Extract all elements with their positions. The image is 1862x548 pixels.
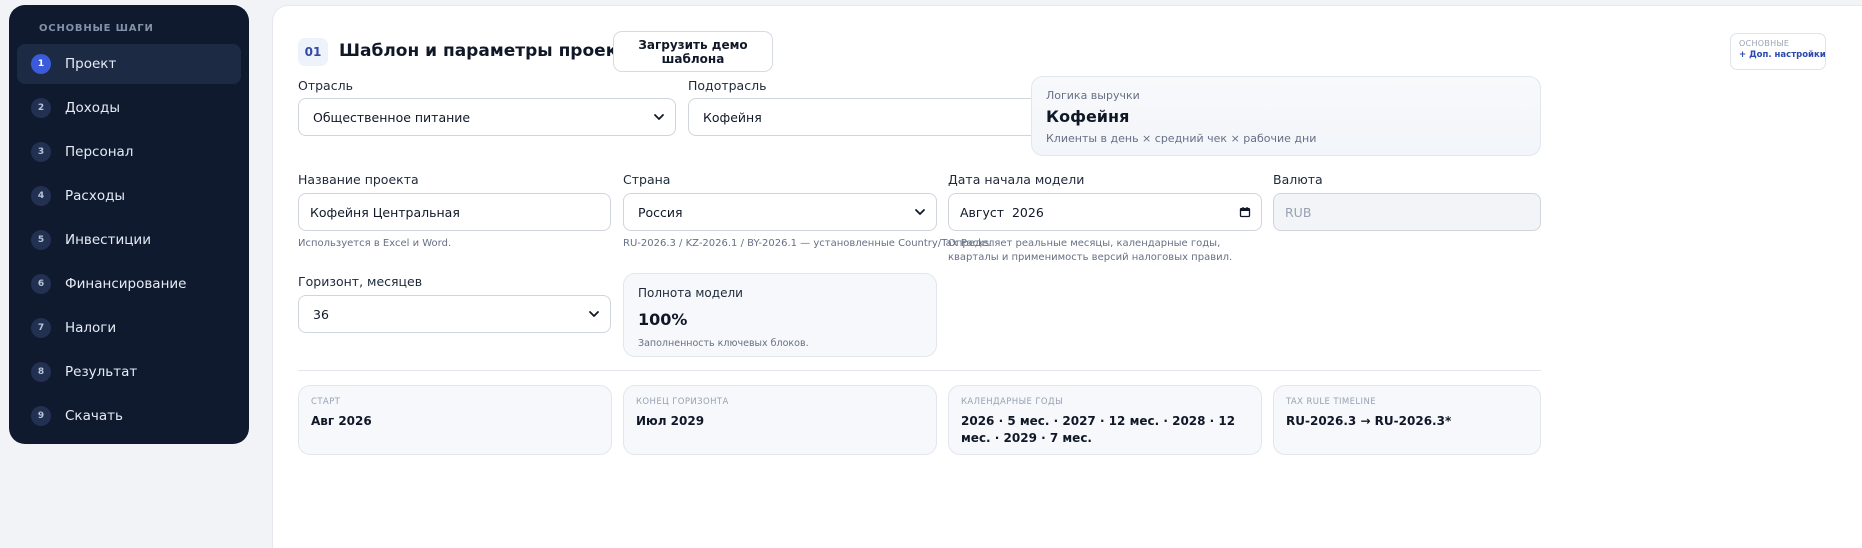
page-title: Шаблон и параметры проекта [339, 41, 639, 61]
sidebar-item-label: Налоги [65, 320, 117, 336]
subindustry-value: Кофейня [703, 109, 762, 125]
horizon-select[interactable]: 36 [298, 295, 611, 333]
step-number: 4 [31, 186, 51, 206]
country-label: Страна [623, 172, 671, 187]
timeline-caption: СТАРТ [311, 397, 341, 407]
sidebar-item-financing[interactable]: 6 Финансирование [17, 264, 241, 304]
completeness-note: Заполненность ключевых блоков. [638, 338, 809, 349]
step-number: 5 [31, 230, 51, 250]
divider [298, 370, 1541, 371]
mode-toggle[interactable]: ОСНОВНЫЕ + Доп. настройки [1730, 33, 1826, 70]
timeline-value: Июл 2029 [636, 414, 705, 428]
step-number: 9 [31, 406, 51, 426]
chevron-down-icon [915, 209, 925, 215]
step-number: 3 [31, 142, 51, 162]
industry-select[interactable]: Общественное питание [298, 98, 676, 136]
calendar-icon[interactable] [1239, 206, 1251, 218]
industry-label: Отрасль [298, 78, 353, 93]
load-demo-button[interactable]: Загрузить демо шаблона [613, 31, 773, 72]
sidebar-item-staff[interactable]: 3 Персонал [17, 132, 241, 172]
step-number: 1 [31, 54, 51, 74]
sidebar-item-project[interactable]: 1 Проект [17, 44, 241, 84]
completeness-title: Полнота модели [638, 286, 743, 300]
revenue-logic-caption: Логика выручки [1046, 89, 1140, 102]
project-name-value: Кофейня Центральная [310, 204, 460, 220]
currency-input: RUB [1273, 193, 1541, 231]
sidebar-item-label: Доходы [65, 100, 121, 116]
subindustry-select[interactable]: Кофейня [688, 98, 1065, 136]
start-date-input[interactable]: Август 2026 [948, 193, 1262, 231]
chevron-down-icon [589, 311, 599, 317]
start-date-value: Август 2026 [960, 204, 1044, 220]
horizon-label: Горизонт, месяцев [298, 274, 423, 289]
sidebar: ОСНОВНЫЕ ШАГИ 1 Проект 2 Доходы 3 Персон… [9, 5, 249, 444]
timeline-card-years: КАЛЕНДАРНЫЕ ГОДЫ 2026 · 5 мес. · 2027 · … [948, 385, 1262, 455]
sidebar-item-income[interactable]: 2 Доходы [17, 88, 241, 128]
project-name-label: Название проекта [298, 172, 419, 187]
completeness-card: Полнота модели 100% Заполненность ключев… [623, 273, 937, 357]
sidebar-item-label: Персонал [65, 144, 134, 160]
sidebar-item-label: Инвестиции [65, 232, 151, 248]
sidebar-item-label: Финансирование [65, 276, 187, 292]
currency-label: Валюта [1273, 172, 1323, 187]
mode-main-label: ОСНОВНЫЕ [1739, 39, 1790, 48]
step-number: 2 [31, 98, 51, 118]
step-number: 8 [31, 362, 51, 382]
sidebar-item-label: Скачать [65, 408, 123, 424]
timeline-card-end: КОНЕЦ ГОРИЗОНТА Июл 2029 [623, 385, 937, 455]
subindustry-label: Подотрасль [688, 78, 767, 93]
industry-value: Общественное питание [313, 109, 471, 125]
mode-extra-link[interactable]: + Доп. настройки [1739, 50, 1826, 60]
sidebar-item-label: Расходы [65, 188, 126, 204]
timeline-value: RU-2026.3 → RU-2026.3* [1286, 414, 1452, 428]
completeness-value: 100% [638, 310, 688, 329]
timeline-value: Авг 2026 [311, 414, 372, 428]
sidebar-item-investments[interactable]: 5 Инвестиции [17, 220, 241, 260]
timeline-caption: КАЛЕНДАРНЫЕ ГОДЫ [961, 397, 1063, 407]
sidebar-item-label: Результат [65, 364, 138, 380]
timeline-caption: КОНЕЦ ГОРИЗОНТА [636, 397, 729, 407]
sidebar-item-label: Проект [65, 56, 117, 72]
sidebar-item-result[interactable]: 8 Результат [17, 352, 241, 392]
revenue-logic-formula: Клиенты в день × средний чек × рабочие д… [1046, 132, 1317, 145]
sidebar-item-taxes[interactable]: 7 Налоги [17, 308, 241, 348]
timeline-caption: TAX RULE TIMELINE [1286, 397, 1376, 407]
start-date-hint: Определяет реальные месяцы, календарные … [948, 238, 1233, 263]
sidebar-item-expenses[interactable]: 4 Расходы [17, 176, 241, 216]
country-hint: RU-2026.3 / KZ-2026.1 / BY-2026.1 — уста… [623, 238, 993, 249]
start-date-label: Дата начала модели [948, 172, 1085, 187]
country-select[interactable]: Россия [623, 193, 937, 231]
step-badge: 01 [298, 38, 328, 66]
revenue-logic-value: Кофейня [1046, 107, 1130, 126]
project-name-hint: Используется в Excel и Word. [298, 238, 452, 249]
currency-value: RUB [1285, 204, 1312, 220]
timeline-card-start: СТАРТ Авг 2026 [298, 385, 612, 455]
sidebar-item-download[interactable]: 9 Скачать [17, 396, 241, 436]
country-value: Россия [638, 204, 683, 220]
horizon-value: 36 [313, 306, 329, 322]
project-name-input[interactable]: Кофейня Центральная [298, 193, 611, 231]
step-number: 6 [31, 274, 51, 294]
timeline-value: 2026 · 5 мес. · 2027 · 12 мес. · 2028 · … [961, 414, 1236, 445]
main-panel: 01 Шаблон и параметры проекта Загрузить … [272, 5, 1862, 548]
sidebar-heading: ОСНОВНЫЕ ШАГИ [39, 23, 154, 34]
step-number: 7 [31, 318, 51, 338]
revenue-logic-card: Логика выручки Кофейня Клиенты в день × … [1031, 76, 1541, 156]
chevron-down-icon [654, 114, 664, 120]
timeline-card-tax: TAX RULE TIMELINE RU-2026.3 → RU-2026.3* [1273, 385, 1541, 455]
